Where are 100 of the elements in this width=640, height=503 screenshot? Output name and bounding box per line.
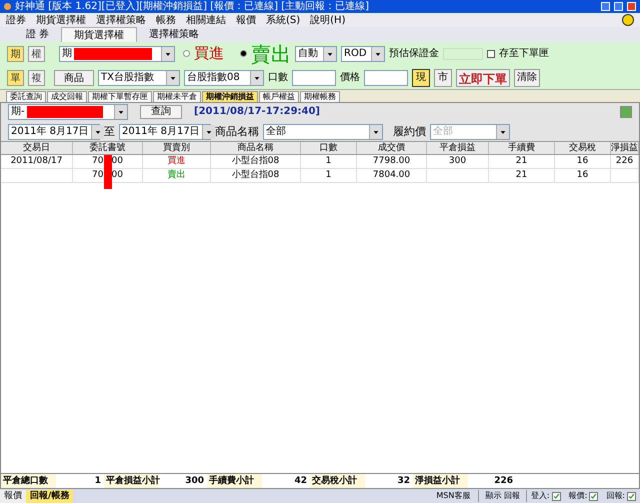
table-cell: 00 bbox=[112, 169, 123, 182]
table-cell: 7804.00 bbox=[372, 170, 410, 180]
menu-item[interactable]: 說明(H) bbox=[310, 12, 346, 28]
summary-label: 平倉總口數 bbox=[1, 474, 56, 488]
column-header[interactable]: 手續費 bbox=[489, 142, 555, 154]
checkbox[interactable] bbox=[487, 50, 495, 58]
column-header[interactable]: 口數 bbox=[301, 142, 357, 154]
account-select[interactable]: 期- bbox=[8, 104, 128, 120]
summary-value: 32 bbox=[396, 475, 411, 488]
dropdown-icon bbox=[161, 46, 174, 60]
field-label: 履約價 bbox=[393, 124, 426, 140]
summary-value: 1 bbox=[94, 475, 102, 488]
menu-item[interactable]: 證券 bbox=[6, 12, 26, 28]
window-title: 好神通 [版本 1.62][已登入][期權沖銷損益] [報價：已連線] [主動回報：已連線] bbox=[15, 2, 370, 12]
column-header[interactable]: 平倉損益 bbox=[427, 142, 489, 154]
app-icon bbox=[4, 3, 11, 10]
tab[interactable]: 期權未平倉 bbox=[153, 91, 201, 102]
tab[interactable]: 委託查詢 bbox=[6, 91, 46, 102]
table-cell: 16 bbox=[576, 170, 588, 180]
summary-label: 淨損益小計 bbox=[413, 474, 468, 488]
table-cell: 賣出 bbox=[168, 170, 186, 180]
range-label: 至 bbox=[104, 124, 115, 140]
menu-item[interactable]: 相關連結 bbox=[186, 12, 226, 28]
menu-item[interactable]: 帳務 bbox=[156, 12, 176, 28]
summary-value: 300 bbox=[184, 475, 205, 488]
show-reports-button[interactable]: 顯示 回報 bbox=[479, 490, 527, 502]
validity-select[interactable]: ROD bbox=[341, 46, 385, 62]
tab[interactable]: 帳戶權益 bbox=[259, 91, 299, 102]
table-cell: 1 bbox=[326, 156, 332, 166]
dropdown-icon bbox=[250, 70, 263, 84]
tab[interactable]: 證 券 bbox=[14, 27, 62, 42]
query-button[interactable]: 查詢 bbox=[140, 104, 182, 119]
market-button[interactable]: 市 bbox=[434, 68, 452, 86]
field-label: 商品名稱 bbox=[215, 124, 259, 140]
column-header[interactable]: 交易日 bbox=[1, 142, 73, 154]
menu-item[interactable]: 期貨選擇權 bbox=[36, 12, 86, 28]
summary-label: 交易稅小計 bbox=[310, 474, 365, 488]
tab[interactable]: 期權帳務 bbox=[300, 91, 340, 102]
clear-button[interactable]: 清除 bbox=[514, 68, 540, 86]
table-cell: 00 bbox=[112, 155, 123, 168]
field-label: 價格 bbox=[340, 70, 360, 85]
table-cell: 300 bbox=[448, 156, 466, 166]
menu-item[interactable]: 系統(S) bbox=[266, 12, 300, 28]
sell-label: 賣出 bbox=[251, 44, 291, 64]
radio[interactable] bbox=[183, 50, 190, 57]
column-header[interactable]: 淨損益 bbox=[611, 142, 639, 154]
table-cell: 買進 bbox=[168, 156, 186, 166]
buy-label: 買進 bbox=[194, 46, 224, 61]
minimize-button[interactable] bbox=[601, 2, 610, 11]
account-select[interactable]: 期 bbox=[59, 46, 175, 62]
support-button[interactable]: MSN客服 bbox=[428, 490, 480, 502]
field-label: 口數 bbox=[268, 71, 288, 85]
condition-select[interactable]: 自動 bbox=[295, 46, 337, 62]
dropdown-icon bbox=[166, 70, 179, 84]
product-button[interactable]: 商品 bbox=[54, 70, 94, 86]
table-cell: 21 bbox=[516, 156, 528, 166]
limit-button[interactable]: 現 bbox=[412, 68, 430, 86]
summary-label: 手續費小計 bbox=[207, 474, 262, 488]
table-cell: 7798.00 bbox=[372, 156, 410, 166]
table-cell: 16 bbox=[576, 156, 588, 166]
table-cell: 70 bbox=[92, 169, 104, 182]
dropdown-icon bbox=[371, 46, 384, 60]
product-select[interactable]: 全部 bbox=[263, 124, 383, 140]
quantity-spinner[interactable] bbox=[292, 70, 336, 86]
table-cell: 2011/08/17 bbox=[10, 156, 62, 166]
tab[interactable]: 期權沖銷損益 bbox=[202, 91, 258, 102]
menu-item[interactable]: 選擇權策略 bbox=[96, 12, 146, 28]
product-select[interactable]: TX台股指數 bbox=[98, 70, 180, 86]
column-header[interactable]: 買賣別 bbox=[143, 142, 211, 154]
status-label: 報價: bbox=[568, 490, 588, 502]
table-cell: 21 bbox=[516, 170, 528, 180]
column-header[interactable]: 委託書號 bbox=[73, 142, 143, 154]
column-header[interactable]: 成交價 bbox=[357, 142, 427, 154]
toggle-button[interactable]: 複 bbox=[28, 70, 45, 86]
toggle-button[interactable]: 權 bbox=[28, 46, 45, 62]
column-header[interactable]: 交易稅 bbox=[555, 142, 611, 154]
table-cell: 226 bbox=[616, 156, 634, 166]
column-header[interactable]: 商品名稱 bbox=[211, 142, 301, 154]
tab[interactable]: 成交回報 bbox=[47, 91, 87, 102]
tab[interactable]: 回報/帳務 bbox=[26, 490, 74, 502]
table-cell: 小型台指08 bbox=[232, 156, 280, 166]
summary-label: 平倉損益小計 bbox=[104, 474, 159, 488]
maximize-button[interactable] bbox=[614, 2, 623, 11]
tab[interactable]: 選擇權策略 bbox=[137, 27, 212, 42]
field-label: 預估保證金 bbox=[389, 46, 439, 61]
close-button[interactable] bbox=[627, 2, 636, 11]
summary-value: 42 bbox=[293, 475, 308, 488]
toggle-button[interactable]: 單 bbox=[7, 70, 24, 86]
tab[interactable]: 報價 bbox=[0, 490, 26, 502]
menu-item[interactable]: 報價 bbox=[236, 12, 256, 28]
tab[interactable]: 期貨選擇權 bbox=[61, 27, 138, 42]
tab[interactable]: 期權下單暫存匣 bbox=[88, 91, 152, 102]
radio[interactable] bbox=[240, 50, 247, 57]
price-spinner[interactable] bbox=[364, 70, 408, 86]
toggle-button[interactable]: 期 bbox=[7, 46, 24, 62]
contract-select[interactable]: 台股指數08 bbox=[184, 70, 264, 86]
table-cell: 1 bbox=[326, 170, 332, 180]
checkbox-label: 存至下單匣 bbox=[499, 47, 549, 61]
submit-order-button[interactable]: 立即下單 bbox=[456, 68, 510, 86]
status-label: 登入: bbox=[530, 490, 550, 502]
